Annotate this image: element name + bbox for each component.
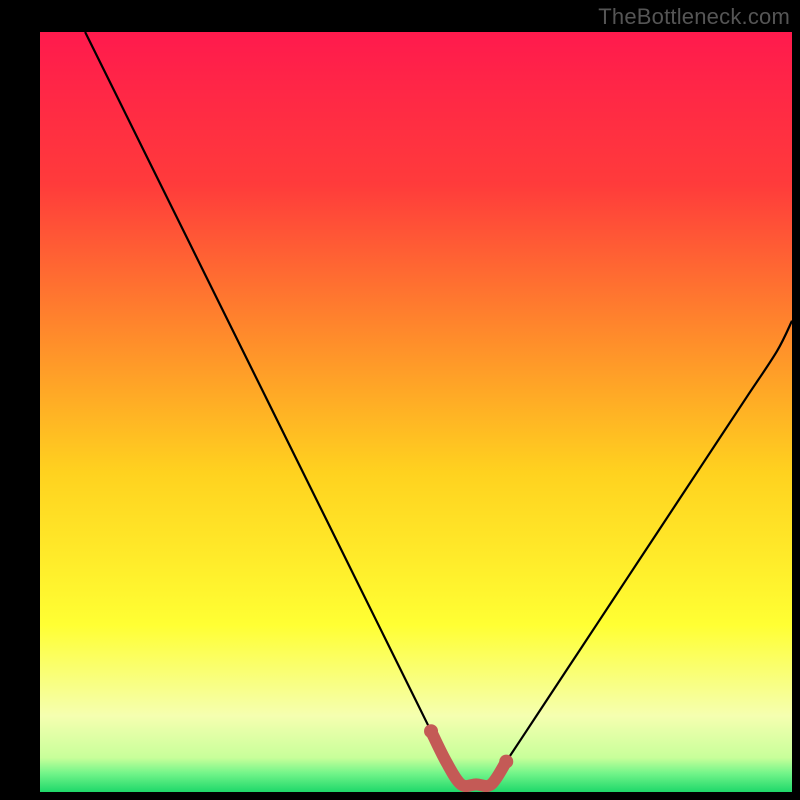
plot-background [40,32,792,792]
attribution-label: TheBottleneck.com [598,4,790,30]
chart-frame: TheBottleneck.com [0,0,800,800]
bottleneck-chart [0,0,800,800]
highlight-endpoint [499,755,513,769]
highlight-endpoint [424,724,438,738]
